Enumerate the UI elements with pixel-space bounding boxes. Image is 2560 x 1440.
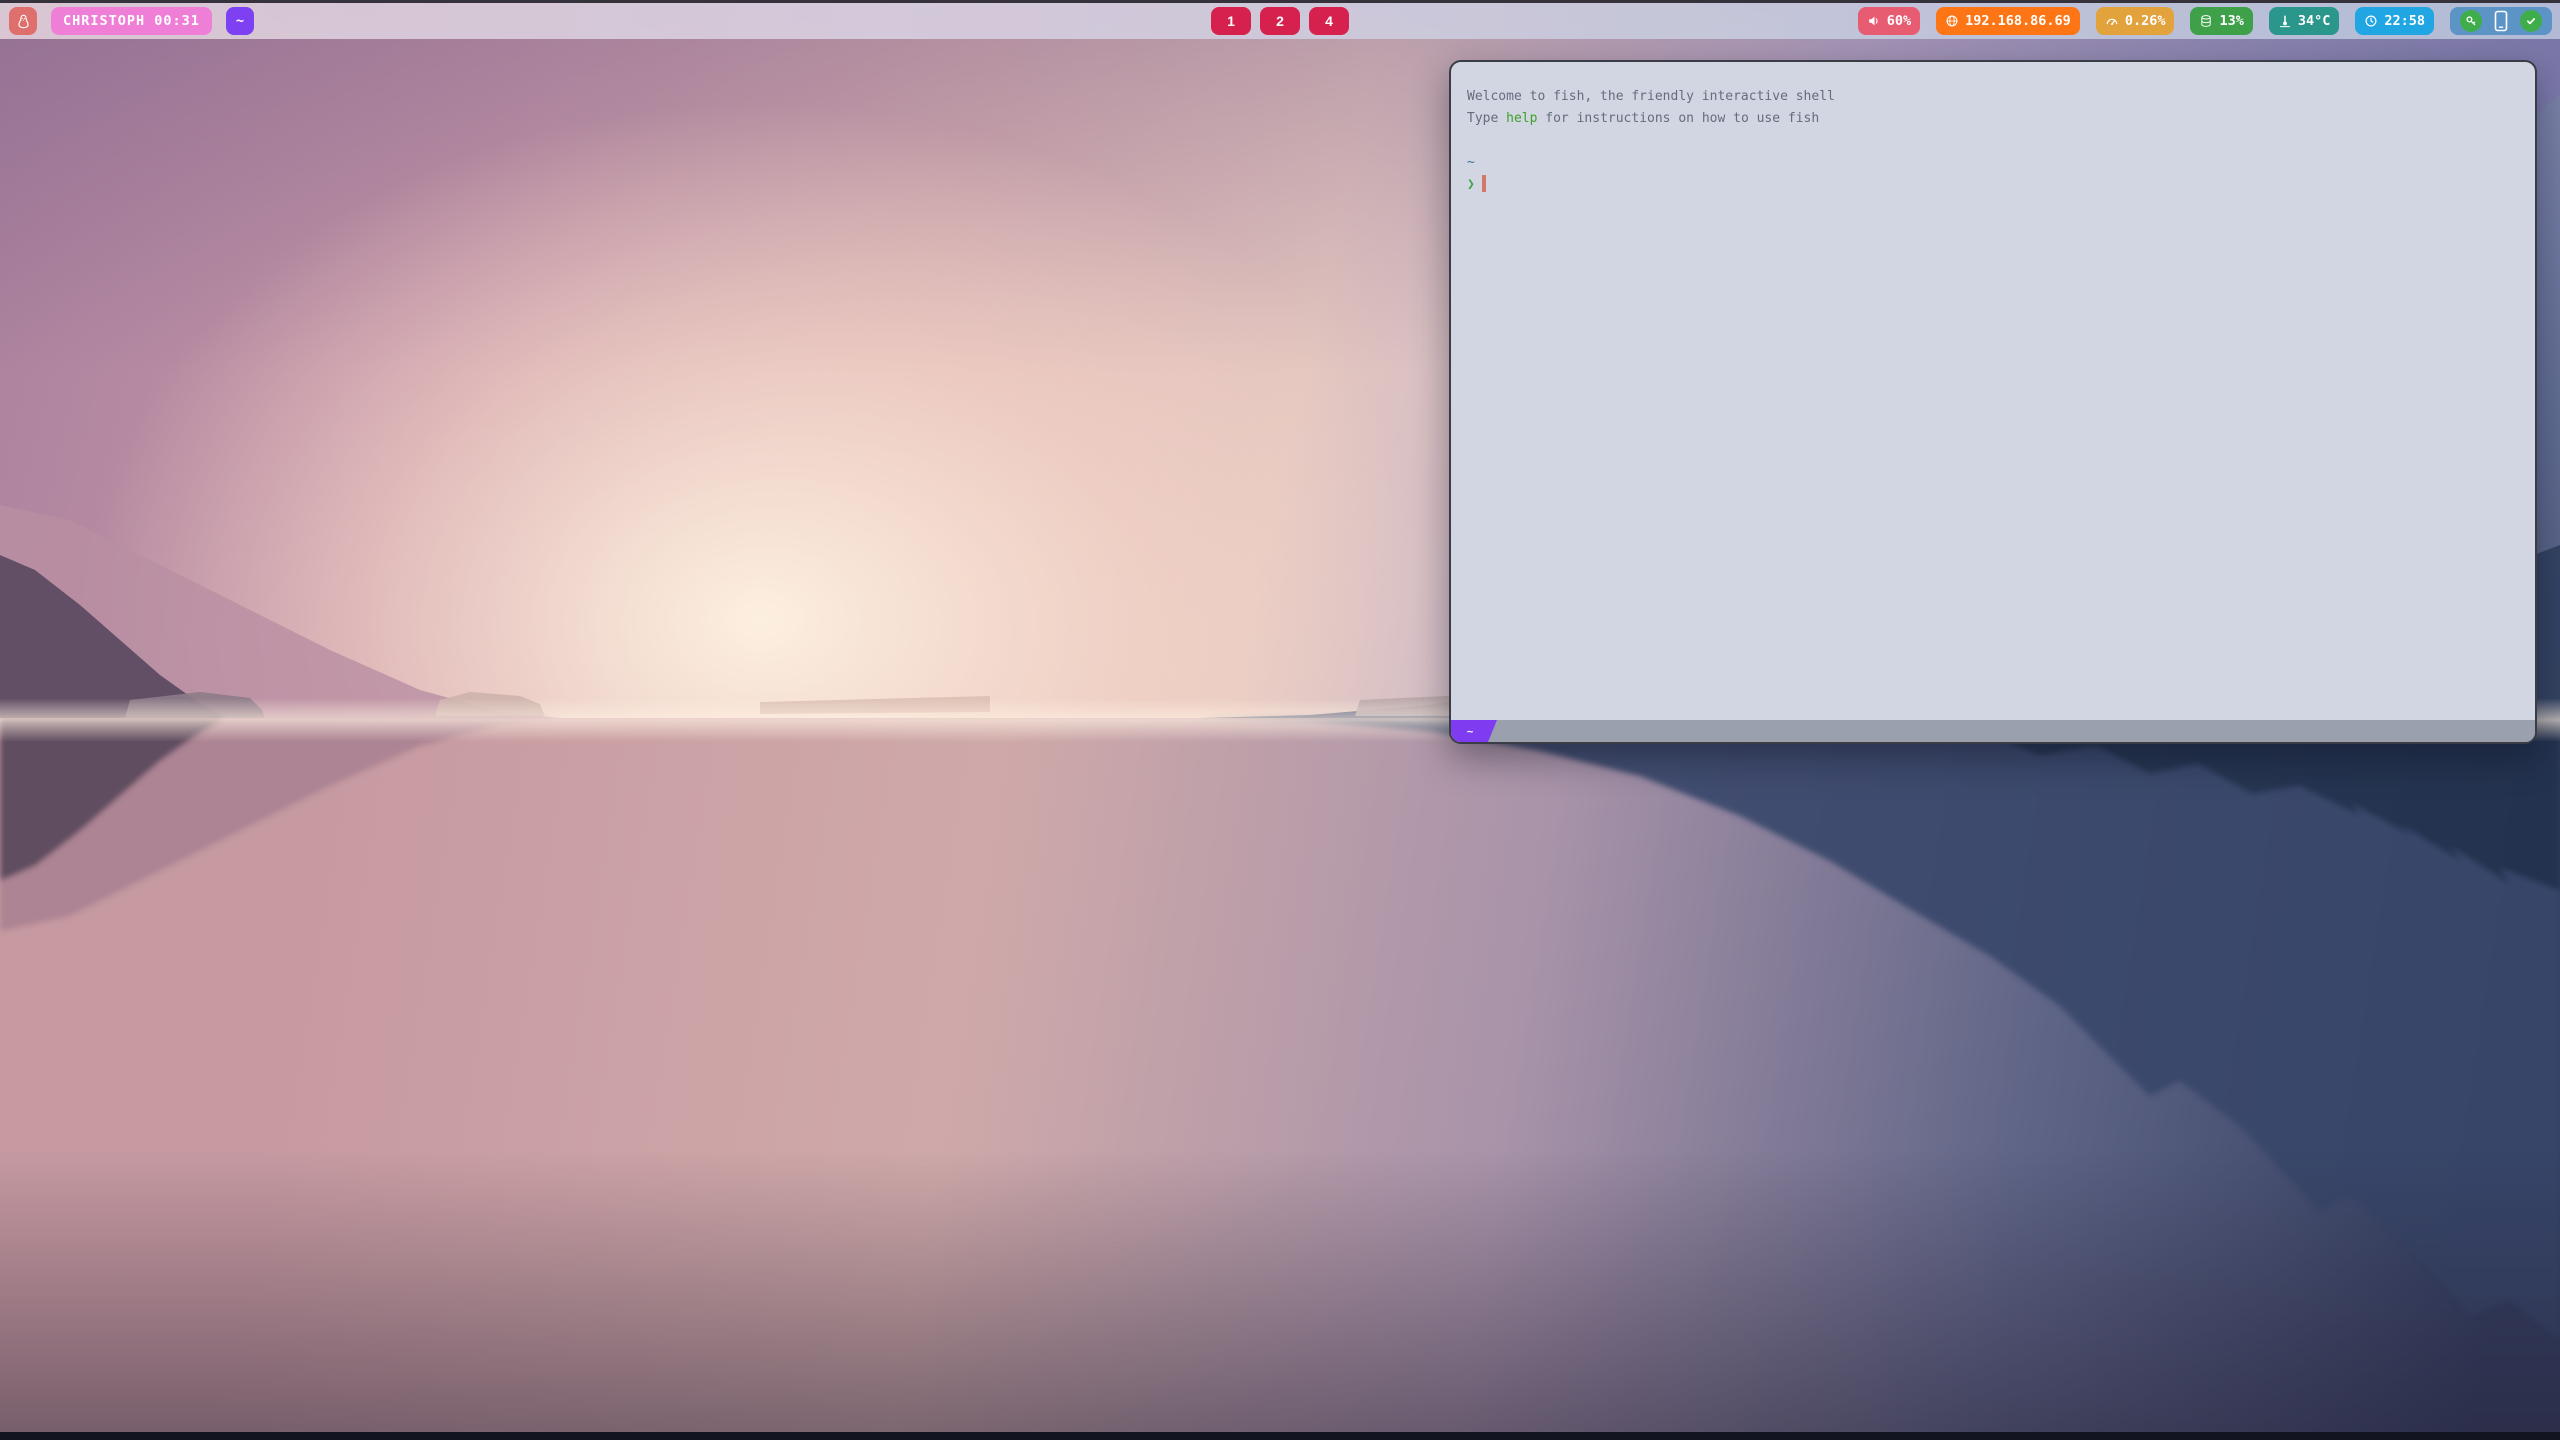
cpu-value: 0.26% (2125, 13, 2166, 29)
greeting-line-2: Type help for instructions on how to use… (1467, 108, 2519, 130)
network-badge[interactable]: 192.168.86.69 (1936, 7, 2080, 35)
terminal-output[interactable]: Welcome to fish, the friendly interactiv… (1451, 62, 2535, 720)
temperature-badge[interactable]: 34°C (2269, 7, 2340, 35)
tux-icon (15, 13, 32, 30)
prompt-pwd: ~ (1467, 152, 2519, 174)
volume-value: 60% (1887, 13, 1911, 29)
memory-value: 13% (2219, 13, 2243, 29)
volume-badge[interactable]: 60% (1858, 7, 1920, 35)
key-icon (2464, 14, 2478, 28)
greeting-line-1: Welcome to fish, the friendly interactiv… (1467, 86, 2519, 108)
terminal-tab-home[interactable]: ~ (1451, 720, 1497, 742)
desktop: CHRISTOPH 00:31 ~ 1 2 4 60% (0, 0, 2560, 1440)
speaker-icon (1867, 14, 1881, 28)
top-bar: CHRISTOPH 00:31 ~ 1 2 4 60% (0, 0, 2560, 39)
help-command-text: help (1506, 111, 1537, 126)
network-value: 192.168.86.69 (1965, 13, 2071, 29)
path-badge: ~ (226, 7, 254, 35)
blank-line (1467, 130, 2519, 152)
phone-icon (2493, 10, 2509, 32)
workspace-button-2[interactable]: 2 (1260, 7, 1300, 35)
thermometer-icon (2278, 14, 2292, 28)
check-icon (2524, 14, 2538, 28)
launcher-button[interactable] (9, 7, 37, 35)
terminal-tab-label: ~ (1467, 725, 1474, 738)
clock-value: 22:58 (2384, 13, 2425, 29)
memory-icon (2199, 14, 2213, 28)
memory-badge[interactable]: 13% (2190, 7, 2252, 35)
globe-icon (1945, 14, 1959, 28)
terminal-window[interactable]: Welcome to fish, the friendly interactiv… (1449, 60, 2537, 744)
top-bar-left: CHRISTOPH 00:31 ~ (0, 7, 254, 35)
gauge-icon (2105, 14, 2119, 28)
workspace-button-4[interactable]: 4 (1309, 7, 1349, 35)
updates-ok-tray-button[interactable] (2520, 10, 2542, 32)
cpu-badge[interactable]: 0.26% (2096, 7, 2175, 35)
clock-icon (2364, 14, 2378, 28)
top-bar-status: 60% 192.168.86.69 0.26% (1858, 7, 2560, 35)
temperature-value: 34°C (2298, 13, 2331, 29)
system-tray (2450, 7, 2552, 35)
terminal-cursor (1482, 175, 1486, 192)
prompt-chevron: ❯ (1467, 177, 1475, 192)
workspace-button-1[interactable]: 1 (1211, 7, 1251, 35)
phone-tray-button[interactable] (2492, 9, 2510, 33)
terminal-tab-bar: ~ (1451, 720, 2535, 742)
prompt-line: ❯ (1467, 174, 2519, 196)
workspace-switcher: 1 2 4 (1211, 7, 1349, 35)
keyring-tray-button[interactable] (2460, 10, 2482, 32)
clock-badge[interactable]: 22:58 (2355, 7, 2434, 35)
user-badge: CHRISTOPH 00:31 (51, 7, 212, 35)
